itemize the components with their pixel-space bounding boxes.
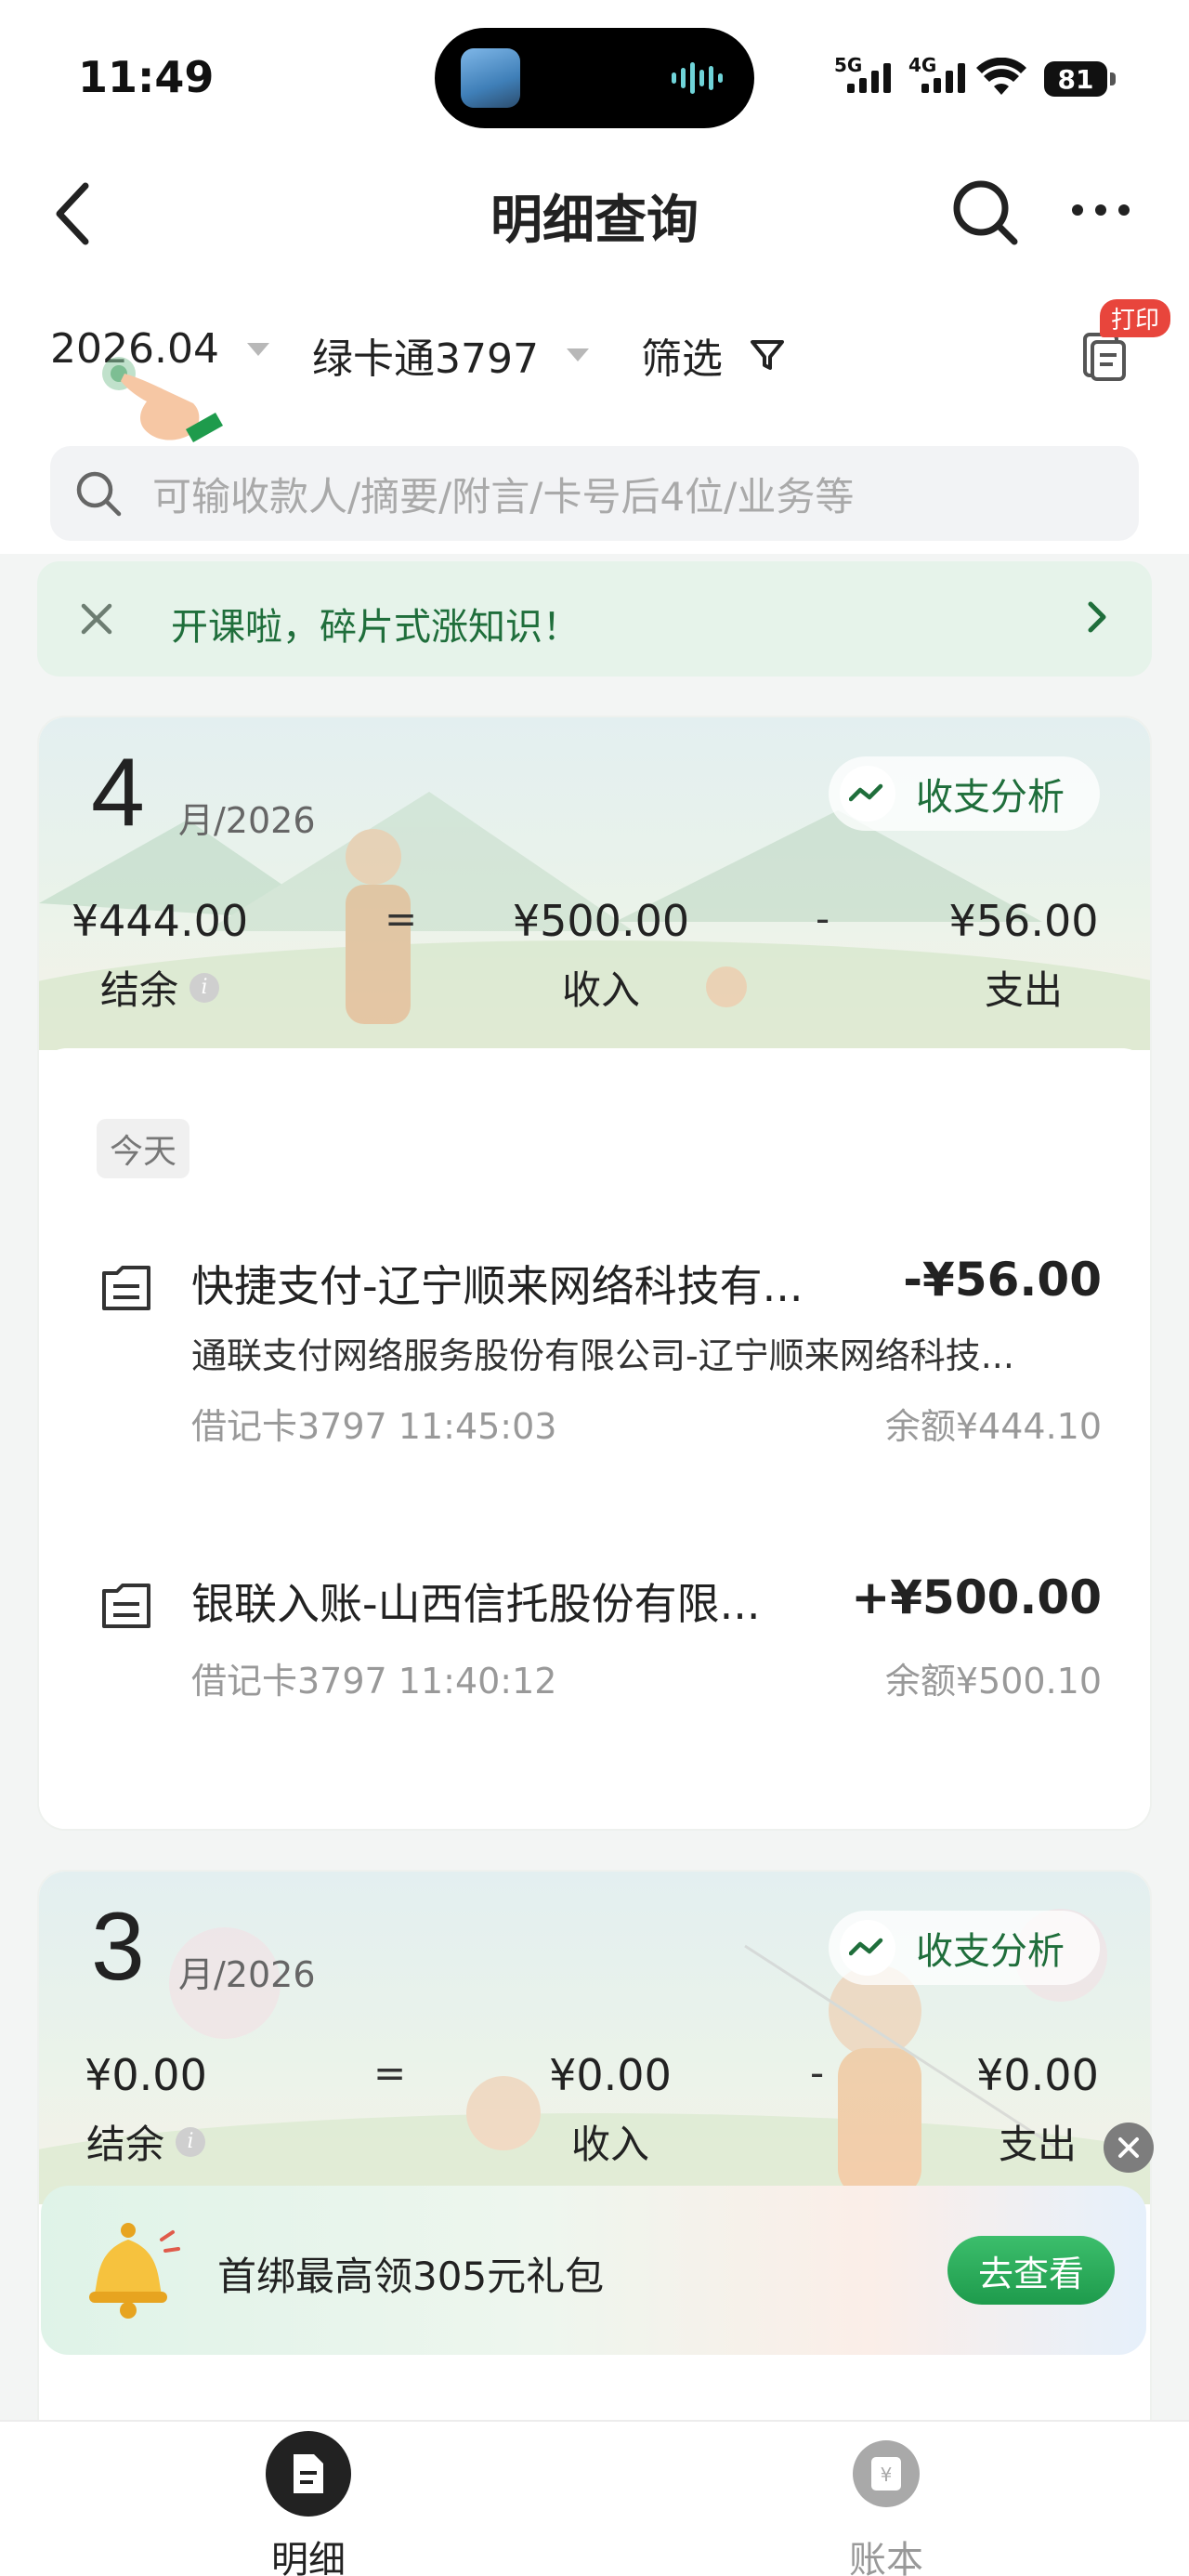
analysis-label: 收支分析: [916, 776, 1065, 819]
minus-sign: -: [810, 2050, 825, 2096]
card-selector[interactable]: 绿卡通3797: [312, 325, 589, 385]
receipt-icon: [102, 1266, 150, 1310]
chevron-down-icon: [246, 342, 269, 356]
card-value: 绿卡通3797: [312, 335, 539, 383]
summary-row: ¥0.00 结余 i = ¥0.00 收入 - ¥0.00 支出: [39, 2050, 1150, 2171]
expense-summary: ¥56.00 支出: [931, 896, 1117, 1016]
more-icon[interactable]: [1068, 191, 1133, 229]
balance-summary: ¥0.00 结余 i: [67, 2050, 225, 2170]
summary-row: ¥444.00 结余 i = ¥500.00 收入 - ¥56.00 支出: [39, 896, 1150, 1017]
svg-text:¥: ¥: [881, 2464, 893, 2486]
filter-button[interactable]: 筛选: [641, 325, 786, 385]
course-banner[interactable]: 开课啦，碎片式涨知识！: [37, 561, 1152, 677]
filter-label: 筛选: [641, 335, 723, 383]
tab-ledger[interactable]: ¥ 账本: [793, 2422, 979, 2576]
funnel-icon: [751, 340, 784, 370]
balance-label: 结余: [85, 2122, 164, 2167]
wifi-icon: [976, 58, 1026, 95]
balance-summary: ¥444.00 结余 i: [67, 896, 253, 1016]
status-bar: 11:49 5G 4G 81: [0, 0, 1189, 149]
balance-amount: ¥444.00: [71, 896, 249, 946]
transaction-counterparty: 通联支付网络服务股份有限公司-辽宁顺来网络科技...: [191, 1335, 1014, 1376]
balance-label: 结余: [99, 967, 178, 1013]
banner-text: 开课啦，碎片式涨知识！: [171, 606, 580, 649]
signal-icon-2: [921, 61, 965, 93]
transaction-amount: +¥500.00: [851, 1571, 1102, 1624]
tab-bar: 明细 ¥ 账本: [0, 2420, 1189, 2576]
print-badge: 打印: [1100, 299, 1171, 337]
equals-sign: =: [385, 896, 418, 941]
month-summary-header: 3 月/2026 收支分析 ¥0.00 结余 i = ¥0.00 收入 - ¥0.…: [39, 1872, 1150, 2204]
income-summary: ¥500.00 收入: [503, 896, 699, 1016]
tap-hint-hand-icon: [102, 357, 223, 442]
nav-bar: 明细查询: [0, 149, 1189, 279]
income-label: 收入: [570, 2122, 649, 2167]
month-number: 4: [91, 739, 145, 847]
transaction-list: 今天 快捷支付-辽宁顺来网络科技有... -¥56.00 通联支付网络服务股份有…: [39, 1048, 1150, 1829]
now-playing-thumbnail: [461, 48, 520, 108]
expense-summary: ¥0.00 支出: [959, 2050, 1117, 2170]
month-card-march: 3 月/2026 收支分析 ¥0.00 结余 i = ¥0.00 收入 - ¥0.…: [37, 1870, 1152, 2446]
ledger-icon: ¥: [843, 2431, 929, 2517]
month-summary-header: 4 月/2026 收支分析 ¥444.00 结余 i = ¥500.00 收入 -…: [39, 717, 1150, 1050]
search-placeholder: 可输收款人/摘要/附言/卡号后4位/业务等: [152, 473, 855, 519]
analysis-label: 收支分析: [916, 1930, 1065, 1973]
equals-sign: =: [373, 2050, 407, 2096]
income-expense-analysis-button[interactable]: 收支分析: [829, 756, 1100, 831]
balance-amount: ¥0.00: [85, 2050, 207, 2100]
receipt-icon: [102, 1584, 150, 1628]
promo-banner[interactable]: 首绑最高领305元礼包 去查看: [41, 2186, 1146, 2355]
promo-text: 首绑最高领305元礼包: [217, 2254, 605, 2299]
close-icon[interactable]: [76, 598, 117, 639]
transaction-meta: 借记卡3797 11:40:12: [191, 1661, 557, 1702]
trend-icon: [840, 1920, 895, 1976]
tab-label: 明细: [271, 2539, 346, 2576]
tab-label: 账本: [849, 2539, 923, 2576]
day-label: 今天: [97, 1119, 190, 1178]
tab-details[interactable]: 明细: [216, 2422, 401, 2576]
signal-icon: [847, 61, 891, 93]
expense-amount: ¥0.00: [976, 2050, 1099, 2100]
close-icon: [1118, 2137, 1139, 2158]
transaction-item[interactable]: 银联入账-山西信托股份有限... +¥500.00 借记卡3797 11:40:…: [39, 1571, 1150, 1710]
trend-icon: [840, 766, 895, 821]
income-amount: ¥500.00: [512, 896, 690, 946]
month-year: 月/2026: [178, 800, 316, 841]
dynamic-island[interactable]: [435, 28, 754, 128]
transaction-title: 快捷支付-辽宁顺来网络科技有...: [191, 1261, 804, 1311]
chevron-right-icon: [1088, 601, 1106, 633]
expense-label: 支出: [998, 2122, 1077, 2167]
transaction-meta: 借记卡3797 11:45:03: [191, 1406, 557, 1447]
info-icon[interactable]: i: [176, 2126, 205, 2157]
bell-icon: [89, 2223, 180, 2319]
month-card-april: 4 月/2026 收支分析 ¥444.00 结余 i = ¥500.00 收入 -…: [37, 716, 1152, 1831]
month-year: 月/2026: [178, 1954, 316, 1995]
battery-tip: [1110, 72, 1116, 85]
transaction-item[interactable]: 快捷支付-辽宁顺来网络科技有... -¥56.00 通联支付网络服务股份有限公司…: [39, 1253, 1150, 1447]
income-expense-analysis-button[interactable]: 收支分析: [829, 1911, 1100, 1985]
battery-icon: 81: [1044, 61, 1107, 97]
transaction-balance: 余额¥500.10: [884, 1661, 1102, 1702]
month-number: 3: [91, 1893, 145, 2001]
chevron-down-icon: [566, 348, 589, 361]
audio-wave-icon: [672, 61, 723, 95]
promo-view-button[interactable]: 去查看: [947, 2236, 1115, 2305]
promo-close-button[interactable]: [1104, 2123, 1154, 2173]
expense-label: 支出: [984, 967, 1063, 1013]
info-icon[interactable]: i: [189, 972, 219, 1003]
income-summary: ¥0.00 收入: [531, 2050, 689, 2170]
transaction-title: 银联入账-山西信托股份有限...: [191, 1579, 761, 1629]
document-icon: [266, 2431, 351, 2517]
expense-amount: ¥56.00: [948, 896, 1099, 946]
search-icon[interactable]: [947, 175, 1022, 249]
transaction-amount: -¥56.00: [903, 1253, 1102, 1307]
minus-sign: -: [816, 896, 830, 941]
transaction-balance: 余额¥444.10: [884, 1406, 1102, 1447]
income-label: 收入: [561, 967, 640, 1013]
clock: 11:49: [78, 52, 215, 102]
income-amount: ¥0.00: [549, 2050, 672, 2100]
